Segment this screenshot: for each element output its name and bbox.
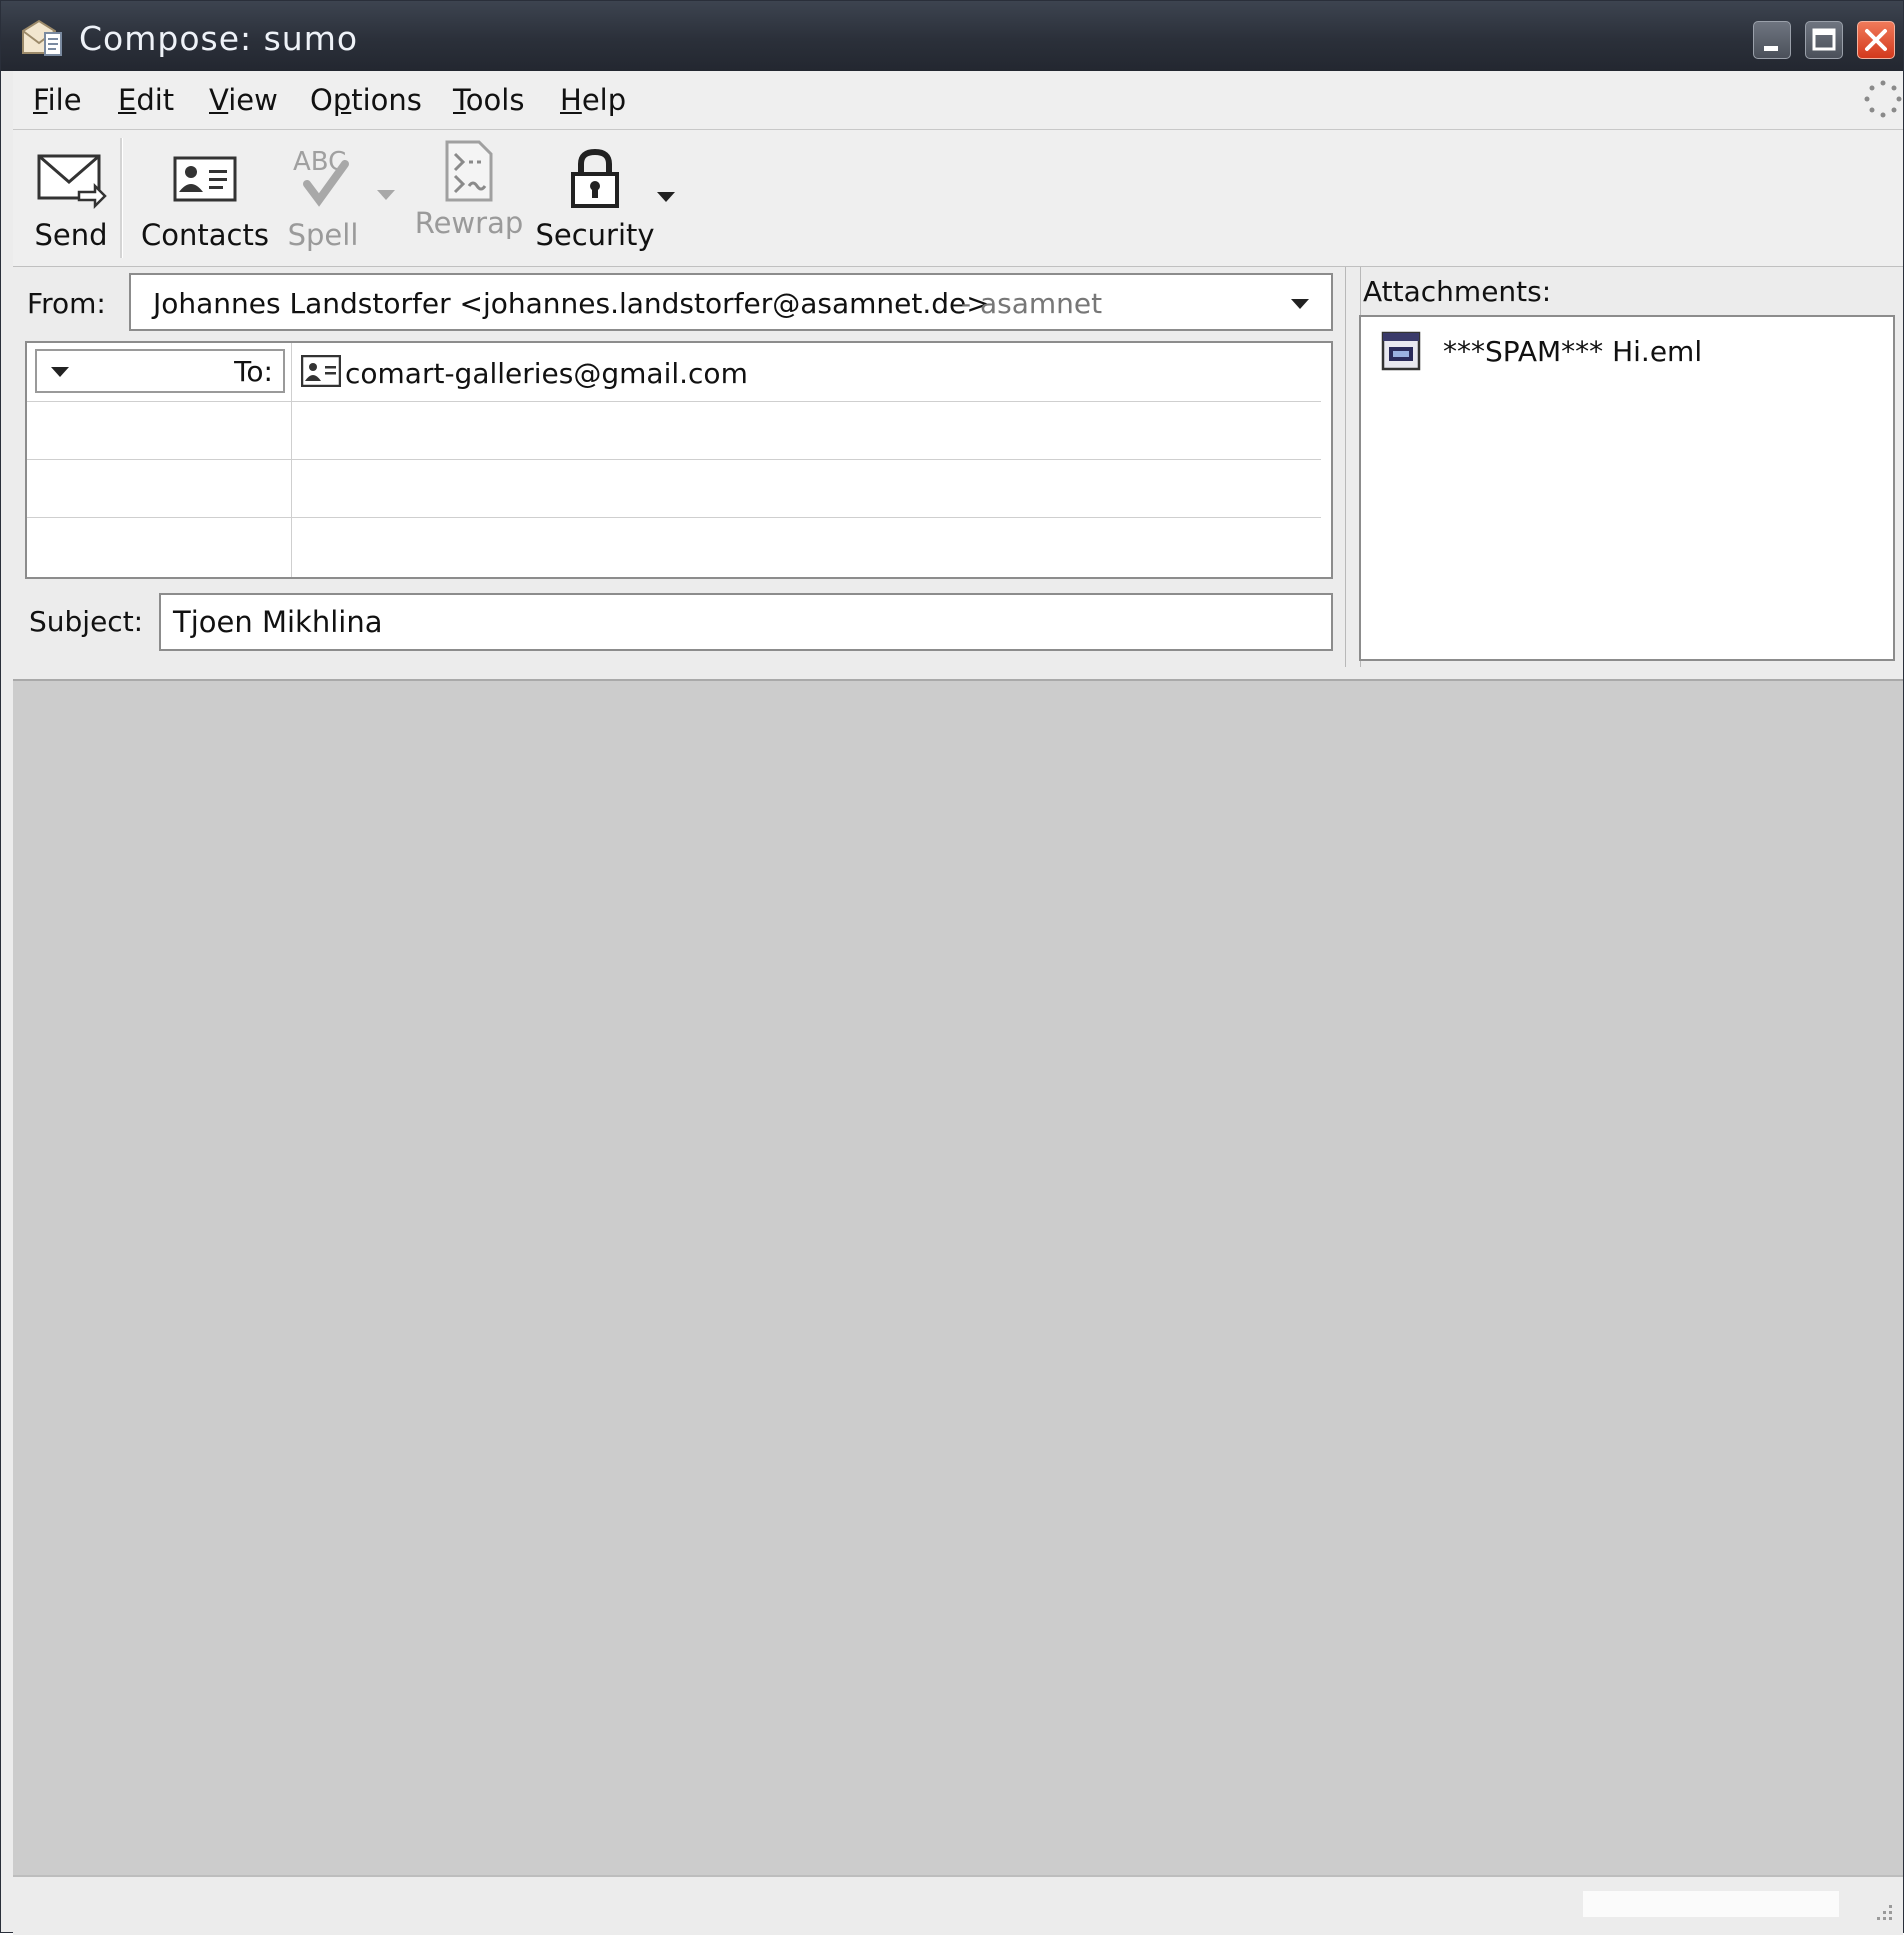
resize-grip-icon[interactable] (1869, 1897, 1895, 1923)
status-progress-meter (1583, 1891, 1839, 1917)
subject-field[interactable]: Tjoen Mikhlina (159, 593, 1333, 651)
message-body-editor[interactable] (13, 679, 1903, 1877)
status-bar (13, 1875, 1903, 1935)
send-envelope-icon (37, 154, 107, 210)
menu-file[interactable]: File (33, 83, 82, 117)
close-button[interactable] (1857, 21, 1895, 59)
recipient-type-select[interactable]: To: (35, 349, 285, 393)
compose-window: Compose: sumo File Edit View Options Too… (0, 0, 1904, 1935)
send-label: Send (34, 218, 108, 252)
menu-options-label: Options (310, 83, 422, 117)
attachment-name: ***SPAM*** Hi.eml (1443, 335, 1703, 368)
menu-tools-label: Tools (453, 83, 525, 117)
minimize-icon (1764, 46, 1778, 51)
security-label: Security (535, 218, 655, 252)
from-label: From: (27, 287, 106, 320)
menu-view[interactable]: View (209, 83, 278, 117)
menu-help[interactable]: Help (560, 83, 626, 117)
security-button[interactable]: Security (529, 130, 661, 264)
message-header-area: From: Johannes Landstorfer <johannes.lan… (13, 267, 1903, 672)
subject-label: Subject: (29, 605, 144, 638)
recipient-type-label: To: (234, 355, 273, 388)
recipient-row[interactable] (27, 401, 1321, 460)
contacts-card-icon (173, 156, 237, 202)
security-dropdown-arrow-icon[interactable] (657, 192, 675, 202)
menu-edit[interactable]: Edit (118, 83, 174, 117)
from-identity-name: Johannes Landstorfer <johannes.landstorf… (153, 287, 990, 320)
menu-file-label: File (33, 83, 82, 117)
menu-bar: File Edit View Options Tools Help (13, 71, 1903, 130)
from-identity-select[interactable]: Johannes Landstorfer <johannes.landstorf… (129, 273, 1333, 331)
menu-view-label: View (209, 83, 278, 117)
activity-throbber-icon (1864, 80, 1902, 118)
menu-edit-label: Edit (118, 83, 175, 117)
rewrap-label: Rewrap (414, 206, 524, 240)
attachments-label: Attachments: (1363, 275, 1552, 308)
menu-options[interactable]: Options (310, 83, 422, 117)
menu-tools[interactable]: Tools (453, 83, 524, 117)
close-icon (1865, 29, 1887, 51)
spellcheck-icon: ABC (293, 147, 349, 207)
from-account-name: - asamnet (961, 287, 1103, 320)
recipient-type-dropdown-arrow-icon (51, 367, 69, 377)
recipient-address[interactable]: comart-galleries@gmail.com (345, 357, 748, 390)
spell-label: Spell (287, 218, 359, 252)
address-card-icon (301, 355, 341, 387)
recipients-list: To: comart-galleries@gmail.com (25, 341, 1333, 579)
spell-button[interactable]: ABC Spell (275, 130, 371, 264)
eml-file-icon (1381, 331, 1421, 371)
maximize-button[interactable] (1805, 21, 1843, 59)
recipient-row[interactable] (27, 517, 1321, 575)
title-bar[interactable]: Compose: sumo (1, 1, 1903, 71)
contacts-button[interactable]: Contacts (135, 130, 275, 264)
menu-help-label: Help (560, 83, 627, 117)
window-title: Compose: sumo (79, 19, 359, 58)
subject-value: Tjoen Mikhlina (173, 605, 383, 639)
contacts-label: Contacts (141, 218, 269, 252)
recipient-row[interactable] (27, 459, 1321, 518)
rewrap-document-icon (445, 140, 493, 202)
compose-toolbar: Send Contacts ABC Spell Rewrap Security (13, 130, 1903, 268)
rewrap-button[interactable]: Rewrap (409, 130, 529, 264)
spell-dropdown-arrow-icon[interactable] (377, 190, 395, 200)
from-dropdown-arrow-icon[interactable] (1291, 299, 1309, 309)
attachment-item[interactable]: ***SPAM*** Hi.eml (1379, 329, 1879, 379)
attachments-list[interactable]: ***SPAM*** Hi.eml (1359, 315, 1895, 661)
toolbar-separator (120, 138, 123, 258)
minimize-button[interactable] (1753, 21, 1791, 59)
recipient-row[interactable]: To: comart-galleries@gmail.com (27, 343, 1321, 402)
compose-envelope-icon (22, 19, 62, 56)
send-button[interactable]: Send (19, 130, 123, 264)
maximize-icon (1812, 28, 1836, 51)
security-lock-icon (571, 148, 619, 208)
